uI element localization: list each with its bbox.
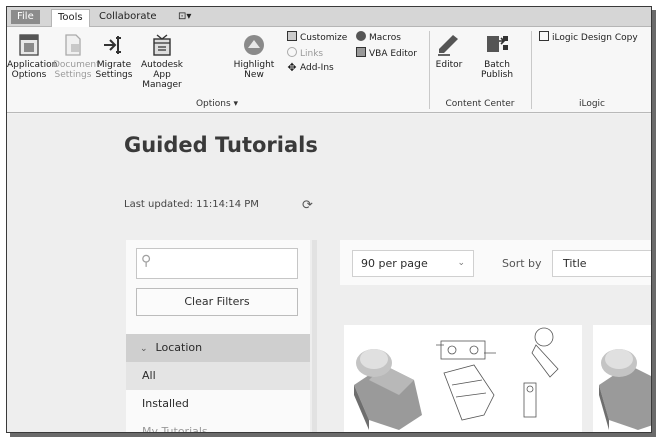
clear-filters-button[interactable]: Clear Filters <box>136 288 298 316</box>
migrate-settings-button[interactable]: Migrate Settings <box>94 33 134 80</box>
tab-collaborate[interactable]: Collaborate <box>93 9 163 27</box>
batch-publish-label: Batch Publish <box>480 60 514 80</box>
customize-icon <box>287 31 297 41</box>
filter-item-all[interactable]: All <box>126 362 310 390</box>
results-toolbar: 90 per page ⌄ Sort by Title <box>340 240 651 285</box>
app-window: File Tools Collaborate ⊡▾ Application Op… <box>6 6 652 433</box>
macros-button[interactable]: Macros <box>356 31 401 44</box>
app-manager-label-1: Autodesk <box>140 60 184 70</box>
highlight-new-label-2: New <box>244 70 264 80</box>
macros-icon <box>356 31 366 41</box>
tab-file[interactable]: File <box>11 10 40 24</box>
search-icon: ⚲ <box>141 253 152 269</box>
location-filter-header[interactable]: ⌄ Location <box>126 334 310 362</box>
filter-item-installed[interactable]: Installed <box>126 390 310 418</box>
customize-label: Customize <box>300 33 348 43</box>
application-options-icon <box>19 34 39 56</box>
vba-editor-label: VBA Editor <box>369 49 417 59</box>
filter-item-my-tutorials[interactable]: My Tutorials <box>126 418 310 432</box>
guided-tutorials-page: Guided Tutorials Last updated: 11:14:14 … <box>7 114 651 432</box>
per-page-value: 90 per page <box>361 257 428 270</box>
migrate-settings-label-1: Migrate <box>96 60 132 70</box>
editor-button[interactable]: Editor <box>431 33 467 70</box>
document-settings-label-2: Settings <box>54 70 92 80</box>
add-ins-label: Add-Ins <box>300 63 334 73</box>
migrate-settings-label-2: Settings <box>95 70 133 80</box>
document-settings-button[interactable]: Document Settings <box>53 33 100 80</box>
ribbon-separator <box>429 31 430 109</box>
batch-publish-icon <box>487 36 508 52</box>
sort-by-label: Sort by <box>502 257 542 270</box>
tutorial-thumbnail <box>344 325 582 432</box>
document-settings-label-1: Document <box>53 60 100 70</box>
sort-by-select[interactable]: Title <box>552 250 651 277</box>
tutorial-card[interactable] <box>593 325 651 432</box>
options-group-label[interactable]: Options ▾ <box>187 99 247 109</box>
app-manager-icon <box>153 34 171 56</box>
chevron-down-icon: ⌄ <box>140 344 148 354</box>
migrate-settings-icon <box>104 36 121 54</box>
ilogic-group-label: iLogic <box>578 99 606 109</box>
highlight-new-label-1: Highlight <box>233 60 275 70</box>
editor-icon <box>438 35 458 56</box>
sidebar-scrollbar[interactable] <box>312 240 317 432</box>
tab-tools[interactable]: Tools <box>51 9 90 27</box>
quick-access-dropdown[interactable]: ⊡▾ <box>172 9 197 27</box>
ilogic-design-copy-label: iLogic Design Copy <box>552 33 638 43</box>
search-input[interactable]: ⚲ <box>136 248 298 279</box>
links-icon <box>287 47 297 57</box>
document-settings-icon <box>65 34 81 56</box>
application-options-label-1: Application <box>7 60 58 70</box>
per-page-select[interactable]: 90 per page ⌄ <box>352 250 474 277</box>
batch-publish-button[interactable]: Batch Publish <box>467 33 527 80</box>
tutorial-thumbnail <box>593 325 651 432</box>
ribbon-panel: Application Options Document Settings Mi… <box>7 27 651 113</box>
vba-editor-button[interactable]: VBA Editor <box>356 47 417 60</box>
refresh-icon[interactable]: ⟳ <box>302 198 313 213</box>
highlight-new-icon <box>244 35 264 55</box>
links-label: Links <box>300 49 324 59</box>
highlight-new-button[interactable]: Highlight New <box>229 33 279 80</box>
ilogic-design-copy-button[interactable]: iLogic Design Copy <box>539 31 638 44</box>
customize-button[interactable]: Customize <box>287 31 347 44</box>
ribbon-separator <box>531 31 532 109</box>
content-center-group-label: Content Center <box>445 99 515 109</box>
ribbon-tab-bar: File Tools Collaborate ⊡▾ <box>7 7 651 27</box>
links-button[interactable]: Links <box>287 47 323 60</box>
page-title: Guided Tutorials <box>124 133 318 157</box>
application-options-button[interactable]: Application Options <box>7 33 57 80</box>
chevron-down-icon: ⌄ <box>457 258 465 268</box>
last-updated-text: Last updated: 11:14:14 PM <box>124 199 259 210</box>
app-manager-label-2: App Manager <box>142 70 182 90</box>
editor-label: Editor <box>435 60 463 70</box>
tutorial-card[interactable] <box>344 325 582 432</box>
add-ins-icon: ✥ <box>287 61 297 74</box>
ilogic-design-copy-icon <box>539 31 549 41</box>
macros-label: Macros <box>369 33 401 43</box>
add-ins-button[interactable]: ✥ Add-Ins <box>287 61 334 74</box>
application-options-label-2: Options <box>11 70 47 80</box>
location-label: Location <box>155 341 203 354</box>
app-manager-button[interactable]: Autodesk App Manager <box>134 33 190 90</box>
filter-sidebar: ⚲ Clear Filters ⌄ Location All Installed … <box>126 240 310 432</box>
vba-editor-icon <box>356 47 366 57</box>
